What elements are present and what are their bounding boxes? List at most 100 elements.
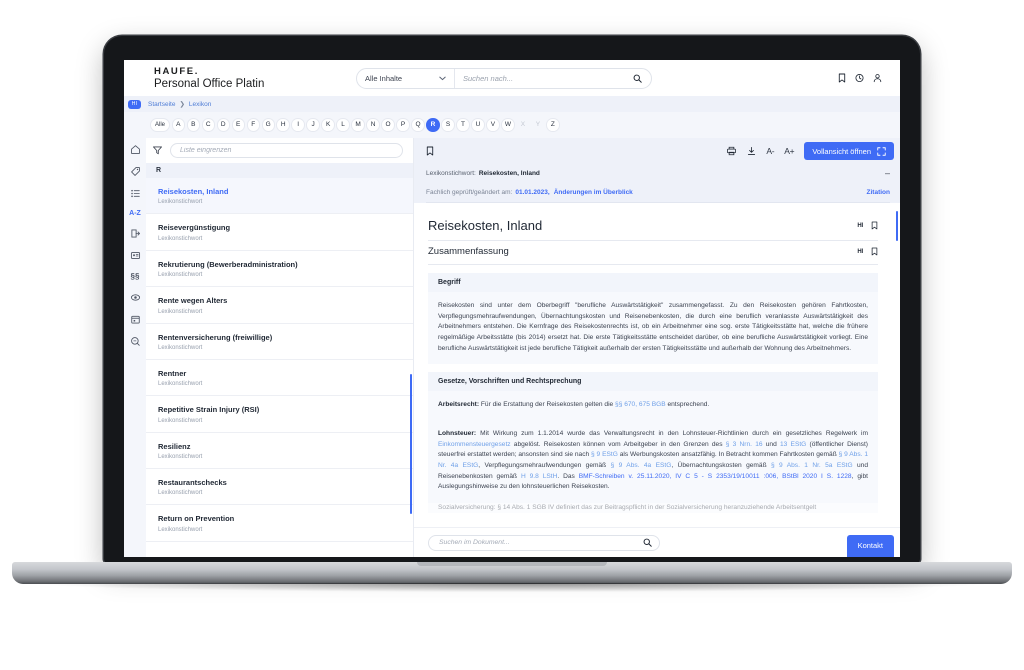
list-item[interactable]: Resilienz Lexikonstichwort (146, 432, 413, 469)
citation-link[interactable]: Zitation (867, 189, 890, 196)
list-item[interactable]: Return on Prevention Lexikonstichwort (146, 505, 413, 542)
alpha-letter-m[interactable]: M (351, 118, 365, 132)
alpha-letter-l[interactable]: L (336, 118, 350, 132)
home-icon[interactable] (130, 144, 141, 155)
history-icon[interactable] (855, 73, 864, 83)
breadcrumb-item-startseite[interactable]: Startseite (148, 101, 175, 108)
alpha-letter-t[interactable]: T (456, 118, 470, 132)
globe-icon[interactable] (130, 292, 141, 303)
alpha-letter-h[interactable]: H (276, 118, 290, 132)
hi-icon[interactable]: HI (857, 249, 863, 255)
list-filter-input[interactable] (180, 147, 393, 154)
link-p3nr16[interactable]: § 3 Nrn. 16 (726, 441, 763, 448)
list-icon[interactable] (130, 188, 141, 199)
label-lohnsteuer: Lohnsteuer: (438, 430, 477, 438)
alpha-letter-c[interactable]: C (201, 118, 215, 132)
font-decrease-button[interactable]: A- (766, 146, 774, 156)
filter-icon[interactable] (152, 145, 163, 156)
collapse-icon[interactable]: – (885, 169, 890, 178)
list-item[interactable]: Rentner Lexikonstichwort (146, 359, 413, 397)
list-item-subtitle: Lexikonstichwort (158, 381, 203, 388)
list-section-header: R (146, 163, 413, 178)
alpha-all[interactable]: Alle (150, 118, 170, 132)
link-bmf-schreiben[interactable]: BMF-Schreiben v. 25.11.2020, IV C 5 - S … (579, 473, 852, 480)
alpha-letter-e[interactable]: E (231, 118, 245, 132)
alpha-letter-z[interactable]: Z (546, 118, 560, 132)
chevron-right-icon: ❯ (179, 101, 185, 108)
list-item-title: Return on Prevention (158, 514, 235, 524)
list-item[interactable]: Repetitive Strain Injury (RSI) Lexikonsti… (146, 396, 413, 433)
alpha-letter-f[interactable]: F (246, 118, 260, 132)
alpha-letter-p[interactable]: P (396, 118, 410, 132)
bookmark-icon[interactable] (871, 221, 878, 230)
bookmark-icon[interactable] (838, 73, 846, 83)
list-item[interactable]: Rentenversicherung (freiwillige) Lexikons… (146, 323, 413, 360)
alpha-letter-k[interactable]: K (321, 118, 335, 132)
list-item[interactable]: Rente wegen Alters Lexikonstichwort (146, 287, 413, 324)
alpha-letter-i[interactable]: I (291, 118, 305, 132)
link-h98lsth[interactable]: H 9.8 LStH (521, 473, 557, 480)
breadcrumb-item-lexikon[interactable]: Lexikon (189, 101, 211, 108)
news-icon[interactable] (130, 250, 141, 261)
alpha-letter-s[interactable]: S (441, 118, 455, 132)
alpha-letter-b[interactable]: B (186, 118, 200, 132)
download-icon[interactable] (747, 146, 756, 156)
paragraph-sozialversicherung-cut: Sozialversicherung: § 14 Abs. 1 SGB IV d… (428, 503, 878, 514)
document-content-scroll[interactable]: Reisekosten, Inland HI Zusammenfassung H… (414, 203, 900, 527)
font-increase-button[interactable]: A+ (784, 146, 794, 156)
search-scope-select[interactable]: Alle Inhalte (357, 68, 455, 88)
contact-button[interactable]: Kontakt (846, 535, 894, 557)
brand-logo: HAUFE. (154, 66, 199, 77)
label-arbeitsrecht: Arbeitsrecht: (438, 401, 480, 409)
document-scrollbar-thumb[interactable] (895, 211, 898, 241)
brand[interactable]: HAUFE. Personal Office Platin (146, 66, 356, 90)
user-icon[interactable] (873, 73, 882, 83)
open-fullview-button[interactable]: Vollansicht öffnen (804, 142, 894, 160)
alpha-letter-n[interactable]: N (366, 118, 380, 132)
alpha-letter-o[interactable]: O (381, 118, 395, 132)
print-icon[interactable] (726, 146, 737, 156)
link-p9-1-5a[interactable]: § 9 Abs. 1 Nr. 5a EStG (771, 462, 853, 469)
page-title: Reisekosten, Inland (428, 218, 543, 233)
bookmark-icon[interactable] (426, 146, 434, 156)
calendar-icon[interactable] (130, 314, 141, 325)
link-p9estg[interactable]: § 9 EStG (591, 451, 618, 458)
hi-icon[interactable]: HI (857, 223, 863, 229)
magnify-icon[interactable] (130, 336, 141, 347)
search-icon[interactable] (629, 74, 651, 83)
bookmark-icon[interactable] (871, 247, 878, 256)
alpha-letter-q[interactable]: Q (411, 118, 425, 132)
alpha-letter-d[interactable]: D (216, 118, 230, 132)
document-search (428, 534, 660, 551)
laptop-base (12, 562, 1012, 584)
list-scroll-area[interactable]: Reisekosten, Inland Lexikonstichwort Reise… (146, 178, 413, 557)
link-bgb[interactable]: §§ 670, 675 BGB (615, 401, 666, 408)
tag-icon[interactable] (130, 166, 141, 177)
export-icon[interactable] (130, 228, 141, 239)
document-search-input[interactable] (439, 539, 643, 546)
list-item[interactable]: Rekrutierung (Bewerberadministration) Lex… (146, 250, 413, 288)
list-scrollbar-thumb[interactable] (409, 374, 412, 514)
search-input[interactable] (463, 73, 621, 83)
document-kind-value: Reisekosten, Inland (478, 170, 540, 177)
list-item[interactable]: Reisekosten, Inland Lexikonstichwort (146, 178, 413, 215)
az-icon[interactable]: A-Z (129, 210, 141, 217)
link-p9-4a[interactable]: § 9 Abs. 4a EStG (611, 462, 672, 469)
alpha-letter-j[interactable]: J (306, 118, 320, 132)
alpha-letter-r[interactable]: R (426, 118, 440, 132)
link-estg-law[interactable]: Einkommensteuergesetz (438, 441, 511, 448)
search-icon[interactable] (643, 538, 652, 547)
alpha-letter-v[interactable]: V (486, 118, 500, 132)
laptop-shadow (40, 583, 984, 592)
alpha-letter-w[interactable]: W (501, 118, 515, 132)
list-item[interactable]: Restaurantschecks Lexikonstichwort (146, 469, 413, 506)
ls-t2: abgelöst. Reisekosten können vom Arbeitg… (510, 440, 726, 448)
paragraph-icon[interactable]: §§ (131, 272, 140, 281)
alpha-letter-a[interactable]: A (171, 118, 185, 132)
changes-overview-link[interactable]: Änderungen im Überblick (554, 189, 633, 196)
search-scope-value: Alle Inhalte (365, 73, 403, 83)
alpha-letter-u[interactable]: U (471, 118, 485, 132)
list-item[interactable]: Reisevergünstigung Lexikonstichwort (146, 214, 413, 251)
link-13estg[interactable]: 13 EStG (780, 441, 806, 448)
alpha-letter-g[interactable]: G (261, 118, 275, 132)
